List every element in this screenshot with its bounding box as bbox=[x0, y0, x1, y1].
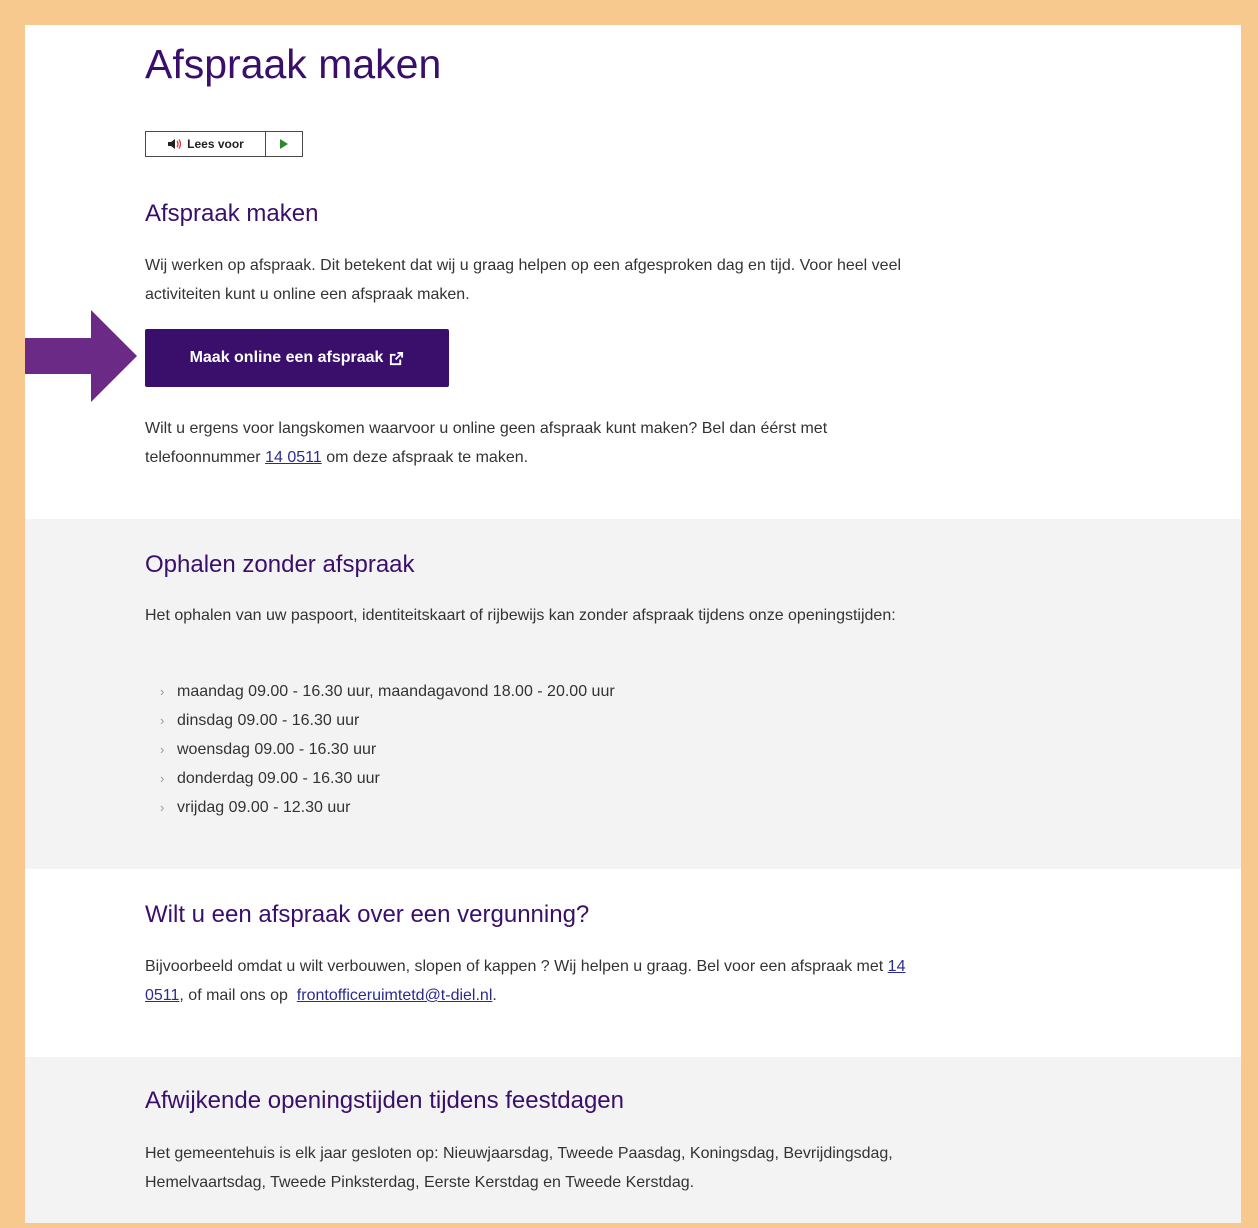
vergunning-text-middle: , of mail ons op bbox=[179, 987, 288, 1004]
page-frame: Afspraak maken Lees voor Afspraak maken … bbox=[25, 25, 1241, 1223]
play-button[interactable] bbox=[266, 132, 302, 156]
section-heading-afspraak: Afspraak maken bbox=[145, 200, 319, 227]
list-item: › dinsdag 09.00 - 16.30 uur bbox=[160, 706, 615, 735]
hours-text: donderdag 09.00 - 16.30 uur bbox=[177, 770, 380, 787]
section-heading-ophalen: Ophalen zonder afspraak bbox=[145, 551, 415, 578]
section-vergunning-text: Bijvoorbeeld omdat u wilt verbouwen, slo… bbox=[145, 952, 945, 1010]
speaker-icon bbox=[168, 139, 182, 149]
phone-appointment-text: Wilt u ergens voor langskomen waarvoor u… bbox=[145, 414, 945, 472]
opening-hours-list: › maandag 09.00 - 16.30 uur, maandagavond… bbox=[160, 677, 615, 822]
hours-text: woensdag 09.00 - 16.30 uur bbox=[177, 741, 377, 758]
section-ophalen-text: Het ophalen van uw paspoort, identiteits… bbox=[145, 607, 896, 624]
list-item: › vrijdag 09.00 - 12.30 uur bbox=[160, 793, 615, 822]
phone-text-after: om deze afspraak te maken. bbox=[326, 449, 529, 466]
vergunning-text-after: . bbox=[492, 987, 497, 1004]
phone-link[interactable]: 14 0511 bbox=[265, 449, 322, 466]
chevron-right-icon: › bbox=[160, 771, 165, 786]
hours-text: vrijdag 09.00 - 12.30 uur bbox=[177, 799, 351, 816]
section-feestdagen-text: Het gemeentehuis is elk jaar gesloten op… bbox=[145, 1145, 893, 1191]
chevron-right-icon: › bbox=[160, 684, 165, 699]
page-title: Afspraak maken bbox=[145, 41, 442, 87]
play-icon bbox=[280, 139, 288, 149]
list-item: › donderdag 09.00 - 16.30 uur bbox=[160, 764, 615, 793]
vergunning-text-before: Bijvoorbeeld omdat u wilt verbouwen, slo… bbox=[145, 958, 884, 975]
chevron-right-icon: › bbox=[160, 742, 165, 757]
readspeaker-widget: Lees voor bbox=[145, 131, 303, 157]
email-link[interactable]: frontofficeruimtetd@t-diel.nl bbox=[297, 987, 493, 1004]
list-item: › woensdag 09.00 - 16.30 uur bbox=[160, 735, 615, 764]
book-online-appointment-button[interactable]: Maak online een afspraak bbox=[145, 329, 449, 387]
read-aloud-button[interactable]: Lees voor bbox=[146, 132, 266, 156]
external-link-icon bbox=[390, 351, 404, 365]
section-afspraak-text: Wij werken op afspraak. Dit betekent dat… bbox=[145, 257, 902, 303]
list-item: › maandag 09.00 - 16.30 uur, maandagavond… bbox=[160, 677, 615, 706]
chevron-right-icon: › bbox=[160, 800, 165, 815]
section-heading-vergunning: Wilt u een afspraak over een vergunning? bbox=[145, 901, 590, 928]
read-aloud-label: Lees voor bbox=[187, 137, 244, 151]
book-online-appointment-label: Maak online een afspraak bbox=[189, 349, 384, 366]
arrow-pointer-icon bbox=[25, 310, 137, 402]
hours-text: maandag 09.00 - 16.30 uur, maandagavond … bbox=[177, 683, 615, 700]
section-heading-feestdagen: Afwijkende openingstijden tijdens feestd… bbox=[145, 1087, 625, 1114]
hours-text: dinsdag 09.00 - 16.30 uur bbox=[177, 712, 360, 729]
chevron-right-icon: › bbox=[160, 713, 165, 728]
